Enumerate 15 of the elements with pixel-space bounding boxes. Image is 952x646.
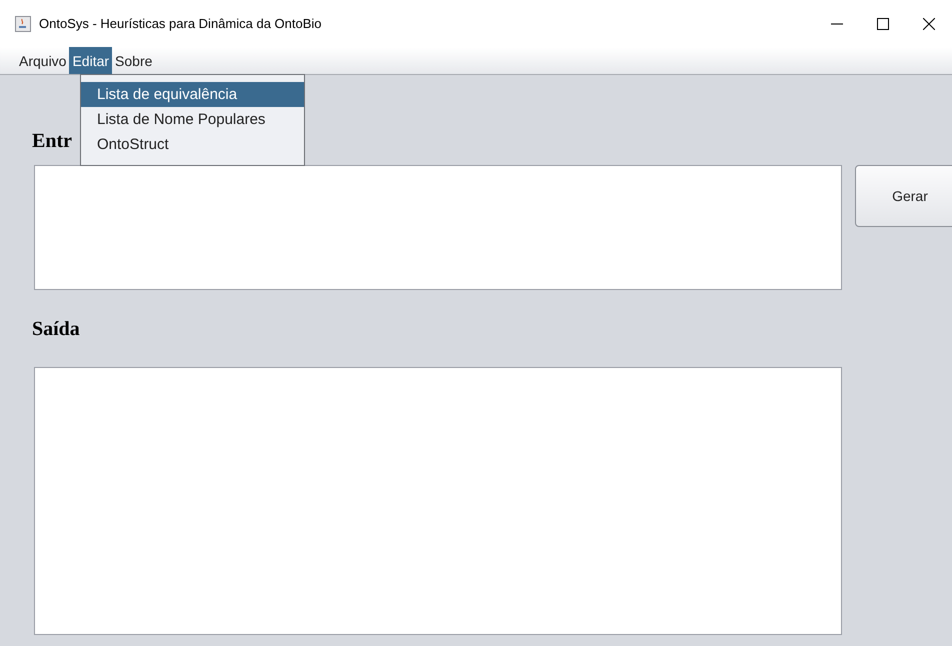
window-title: OntoSys - Heurísticas para Dinâmica da OntoBio bbox=[39, 16, 322, 31]
input-label: Entr bbox=[32, 130, 72, 153]
menu-item[interactable]: Editar bbox=[69, 47, 112, 74]
output-field[interactable] bbox=[34, 367, 842, 635]
menu-option[interactable]: OntoStruct bbox=[81, 132, 304, 157]
output-label: Saída bbox=[32, 318, 80, 341]
menu-item[interactable]: Sobre bbox=[112, 47, 156, 74]
coffee-cup-icon bbox=[15, 16, 31, 32]
close-icon bbox=[923, 18, 935, 30]
menu-option[interactable]: Lista de Nome Populares bbox=[81, 107, 304, 132]
maximize-icon bbox=[877, 18, 889, 30]
menu-option[interactable]: Lista de equivalência bbox=[81, 82, 304, 107]
menu-item[interactable]: Arquivo bbox=[16, 47, 70, 74]
input-field[interactable] bbox=[34, 165, 842, 290]
generate-button[interactable]: Gerar bbox=[855, 165, 952, 227]
